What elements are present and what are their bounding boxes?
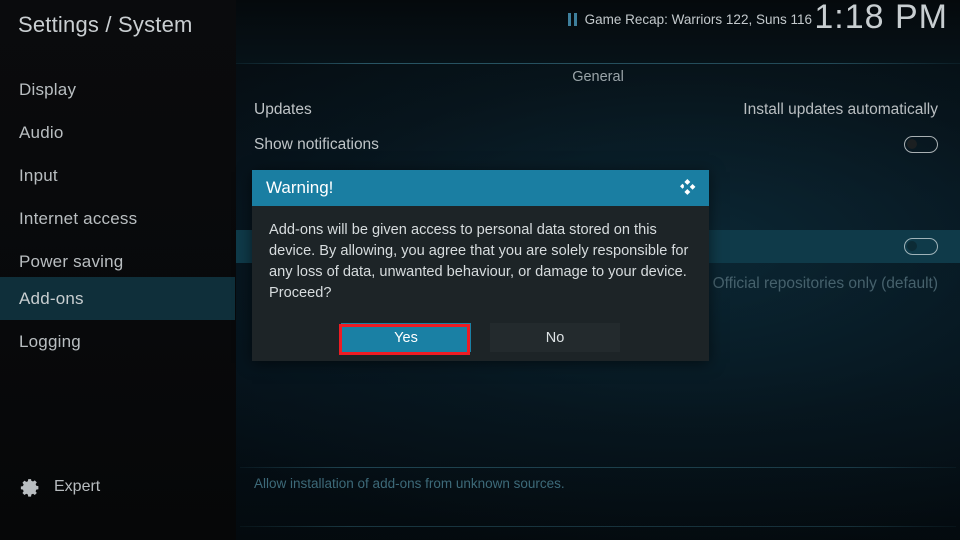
- bottom-separator: [240, 526, 956, 527]
- help-separator: [240, 467, 956, 468]
- sidebar: Display Audio Input Internet access Powe…: [0, 64, 236, 540]
- settings-level-toggle[interactable]: Expert: [0, 470, 235, 504]
- toggle-knob: [907, 138, 917, 149]
- sidebar-item-label: Power saving: [19, 251, 124, 271]
- page-title: Settings / System: [18, 12, 193, 37]
- sidebar-item-audio[interactable]: Audio: [0, 111, 235, 154]
- pause-icon: [567, 12, 577, 26]
- kodi-settings-screen: Settings / System Game Recap: Warriors 1…: [0, 0, 960, 540]
- sidebar-item-label: Audio: [19, 122, 64, 142]
- help-text: Allow installation of add-ons from unkno…: [254, 476, 565, 491]
- setting-value: Install updates automatically: [743, 100, 938, 118]
- group-header-general: General: [572, 69, 624, 85]
- setting-value: Official repositories only (default): [712, 274, 938, 292]
- clock: 1:18 PM: [814, 0, 948, 36]
- dialog-title: Warning!: [266, 178, 334, 197]
- sidebar-item-internet-access[interactable]: Internet access: [0, 197, 235, 240]
- sidebar-item-label: Add-ons: [19, 288, 84, 308]
- dialog-message: Add-ons will be given access to personal…: [269, 222, 689, 301]
- warning-dialog: Warning! Add-ons will be given access to…: [252, 170, 709, 361]
- sidebar-item-add-ons[interactable]: Add-ons: [0, 277, 235, 320]
- gear-icon: [20, 477, 41, 498]
- toggle-knob: [907, 240, 917, 251]
- now-playing-label: Game Recap: Warriors 122, Suns 116: [584, 11, 812, 27]
- unknown-sources-toggle[interactable]: [904, 238, 938, 255]
- top-bar: Settings / System Game Recap: Warriors 1…: [0, 0, 960, 64]
- no-button[interactable]: No: [490, 323, 620, 352]
- sidebar-item-label: Input: [19, 165, 58, 185]
- setting-label: Show notifications: [254, 135, 379, 153]
- yes-button[interactable]: Yes: [341, 323, 471, 352]
- show-notifications-toggle[interactable]: [904, 136, 938, 153]
- kodi-logo-icon: [677, 177, 699, 199]
- sidebar-item-label: Logging: [19, 331, 81, 351]
- dialog-button-row: Yes No: [252, 323, 709, 352]
- dialog-header: Warning!: [252, 170, 709, 206]
- sidebar-item-logging[interactable]: Logging: [0, 320, 235, 363]
- settings-level-label: Expert: [54, 478, 101, 495]
- sidebar-item-input[interactable]: Input: [0, 154, 235, 197]
- setting-row-show-notifications[interactable]: Show notifications: [236, 128, 960, 161]
- setting-label: Updates: [254, 100, 312, 118]
- now-playing-indicator[interactable]: Game Recap: Warriors 122, Suns 116: [567, 8, 812, 30]
- setting-row-updates[interactable]: Updates Install updates automatically: [236, 93, 960, 126]
- sidebar-item-label: Internet access: [19, 208, 138, 228]
